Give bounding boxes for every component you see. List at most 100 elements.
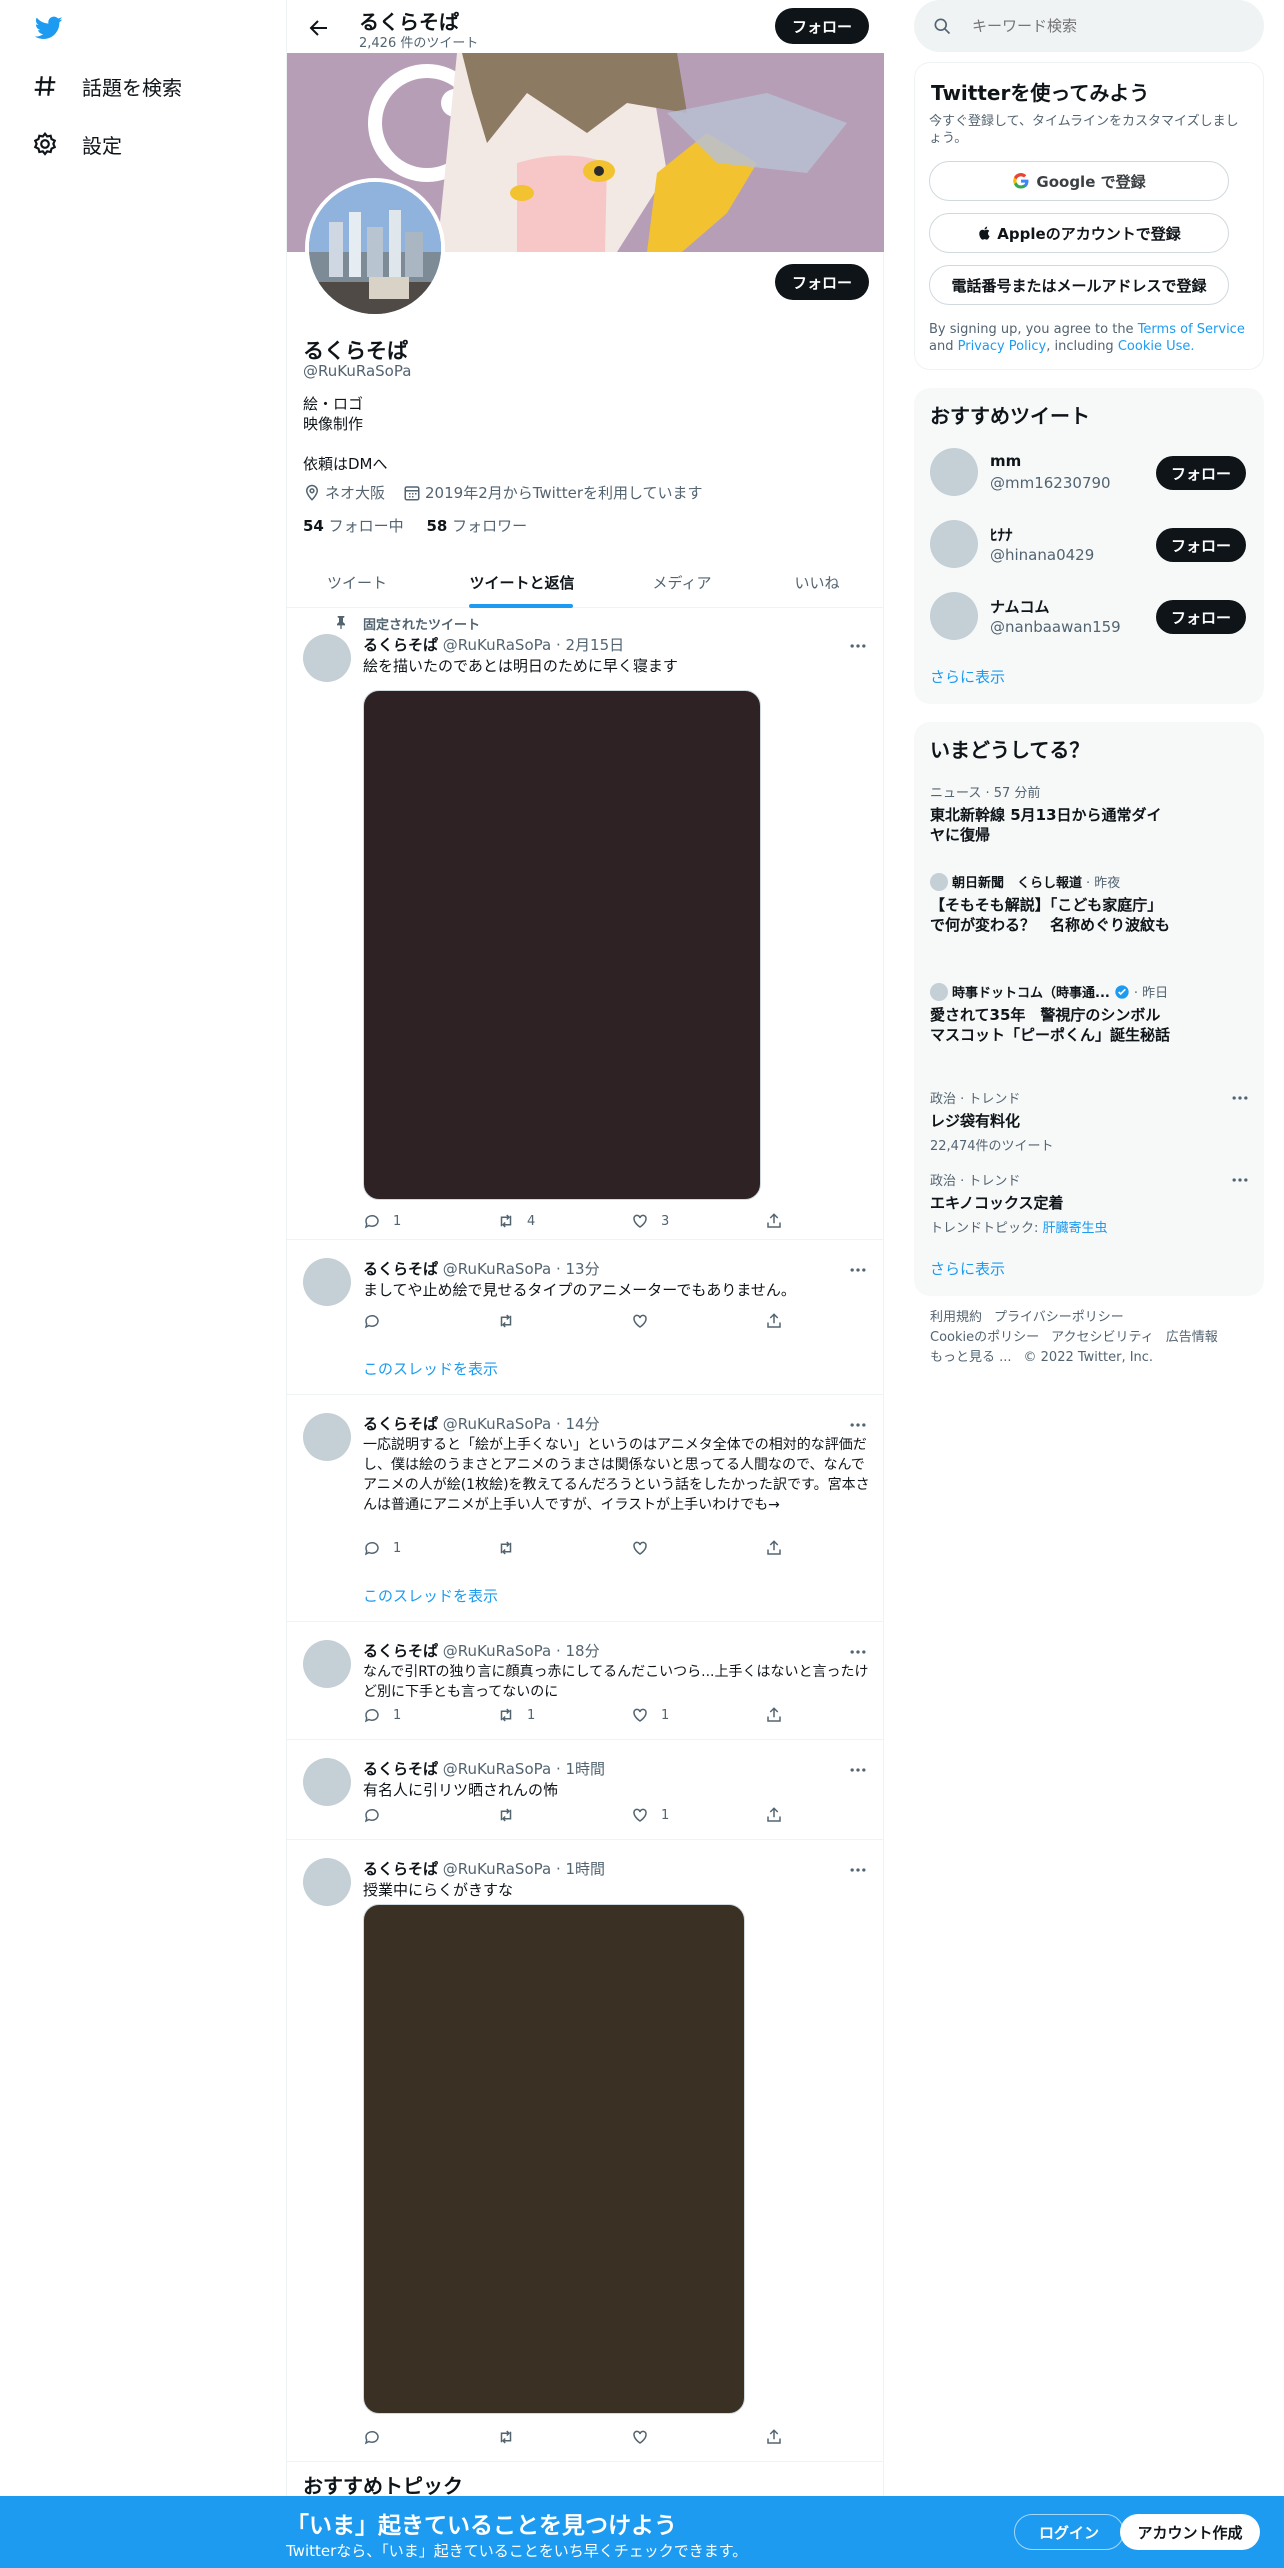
google-signup-button[interactable]: Google で登録 <box>929 161 1229 201</box>
who-to-follow-more-link[interactable]: さらに表示 <box>930 666 1005 687</box>
tab-likes[interactable]: いいね <box>757 556 877 608</box>
tweet-author[interactable]: るくらそぱ <box>363 1860 438 1878</box>
login-button[interactable]: ログイン <box>1014 2514 1124 2550</box>
tweet-meta[interactable]: @RuKuRaSoPa · 2月15日 <box>443 636 624 654</box>
avatar[interactable] <box>930 592 978 640</box>
like-button[interactable]: 3 <box>631 1212 669 1230</box>
like-button[interactable]: 1 <box>631 1806 669 1824</box>
tweet-meta[interactable]: @RuKuRaSoPa · 18分 <box>443 1642 600 1660</box>
retweet-button[interactable] <box>497 2428 527 2446</box>
reply-button[interactable] <box>363 1806 393 1824</box>
back-arrow-icon[interactable] <box>307 16 331 40</box>
footer-cookie-link[interactable]: Cookieのポリシー <box>930 1330 1039 1345</box>
recommended-user[interactable]: ナムコム @nanbaawan159 フォロー <box>930 592 1250 644</box>
footer-more-link[interactable]: もっと見る ... <box>930 1350 1012 1365</box>
trend-item[interactable]: 政治 · トレンド レジ袋有料化 22,474件のツイート <box>930 1088 1250 1154</box>
like-button[interactable] <box>631 2428 661 2446</box>
trend-item[interactable]: 政治 · トレンド エキノコックス定着 トレンドトピック: 肝臓寄生虫 <box>930 1170 1250 1236</box>
like-button[interactable] <box>631 1539 661 1557</box>
avatar[interactable] <box>303 1413 351 1461</box>
tweet-item[interactable]: るくらそぱ @RuKuRaSoPa · 1時間 有名人に引リツ晒されんの怖 1 <box>287 1740 884 1840</box>
twitter-logo-icon[interactable] <box>32 14 66 42</box>
retweet-button[interactable] <box>497 1312 527 1330</box>
avatar[interactable] <box>303 1258 351 1306</box>
reply-button[interactable]: 1 <box>363 1706 401 1724</box>
nav-explore[interactable]: 話題を検索 <box>32 66 182 106</box>
tweet-item[interactable]: るくらそぱ @RuKuRaSoPa · 13分 ましてや止め絵で見せるタイプのア… <box>287 1240 884 1395</box>
more-options-icon[interactable] <box>848 1642 868 1662</box>
more-options-icon[interactable] <box>848 1415 868 1435</box>
profile-follow-button[interactable]: フォロー <box>775 264 869 300</box>
tweet-meta[interactable]: @RuKuRaSoPa · 1時間 <box>443 1860 605 1878</box>
tab-tweets[interactable]: ツイート <box>287 556 427 608</box>
avatar[interactable] <box>303 634 351 682</box>
apple-signup-button[interactable]: Appleのアカウントで登録 <box>929 213 1229 253</box>
reply-button[interactable] <box>363 2428 393 2446</box>
retweet-button[interactable] <box>497 1539 527 1557</box>
tweet-item[interactable]: るくらそぱ @RuKuRaSoPa · 1時間 授業中にらくがきすな <box>287 1840 884 2462</box>
show-thread-link[interactable]: このスレッドを表示 <box>363 1358 498 1379</box>
more-options-icon[interactable] <box>848 636 868 656</box>
tweet-author[interactable]: るくらそぱ <box>363 1760 438 1778</box>
reply-button[interactable]: 1 <box>363 1539 401 1557</box>
more-options-icon[interactable] <box>848 1760 868 1780</box>
footer-ads-link[interactable]: 広告情報 <box>1166 1330 1218 1345</box>
share-button[interactable] <box>765 1539 795 1557</box>
tweet-item[interactable]: るくらそぱ @RuKuRaSoPa · 18分 なんで引RTの独り言に顔真っ赤に… <box>287 1622 884 1740</box>
tweet-image[interactable] <box>363 1904 745 2414</box>
like-button[interactable] <box>631 1312 661 1330</box>
show-thread-link[interactable]: このスレッドを表示 <box>363 1585 498 1606</box>
follow-button[interactable]: フォロー <box>1156 456 1246 490</box>
avatar[interactable] <box>303 1858 351 1906</box>
trends-more-link[interactable]: さらに表示 <box>930 1258 1005 1279</box>
follow-button[interactable]: フォロー <box>1156 600 1246 634</box>
footer-terms-link[interactable]: 利用規約 <box>930 1310 982 1325</box>
more-options-icon[interactable] <box>848 1860 868 1880</box>
trend-item[interactable]: 時事ドットコム（時事通... · 昨日 愛されて35年 警視庁のシンボルマスコット… <box>930 982 1250 1045</box>
more-options-icon[interactable] <box>848 1260 868 1280</box>
phone-email-signup-button[interactable]: 電話番号またはメールアドレスで登録 <box>929 265 1229 305</box>
trend-item[interactable]: ニュース · 57 分前 東北新幹線 5月13日から通常ダイヤに復帰 <box>930 782 1250 845</box>
avatar[interactable] <box>303 1640 351 1688</box>
tweet-author[interactable]: るくらそぱ <box>363 1642 438 1660</box>
share-button[interactable] <box>765 1312 795 1330</box>
recommended-user[interactable]: ﾋﾅﾅ @hinana0429 フォロー <box>930 520 1250 572</box>
profile-avatar[interactable] <box>305 178 445 318</box>
tos-link[interactable]: Terms of Service <box>1138 322 1245 337</box>
avatar[interactable] <box>930 448 978 496</box>
tweet-meta[interactable]: @RuKuRaSoPa · 13分 <box>443 1260 600 1278</box>
more-options-icon[interactable] <box>1230 1088 1250 1108</box>
trend-item[interactable]: 朝日新聞 くらし報道 · 昨夜 【そもそも解説】「こども家庭庁」で何が変わる？ 名… <box>930 872 1250 935</box>
retweet-button[interactable] <box>497 1806 527 1824</box>
share-button[interactable] <box>765 1212 795 1230</box>
share-button[interactable] <box>765 1706 795 1724</box>
retweet-button[interactable]: 1 <box>497 1706 535 1724</box>
share-button[interactable] <box>765 1806 795 1824</box>
retweet-button[interactable]: 4 <box>497 1212 535 1230</box>
privacy-link[interactable]: Privacy Policy <box>958 339 1047 354</box>
tab-media[interactable]: メディア <box>617 556 747 608</box>
avatar[interactable] <box>303 1758 351 1806</box>
footer-accessibility-link[interactable]: アクセシビリティ <box>1051 1330 1154 1345</box>
tweet-meta[interactable]: @RuKuRaSoPa · 1時間 <box>443 1760 605 1778</box>
tweet-item[interactable]: 固定されたツイート るくらそぱ @RuKuRaSoPa · 2月15日 絵を描い… <box>287 608 884 1240</box>
reply-button[interactable]: 1 <box>363 1212 401 1230</box>
search-bar[interactable] <box>914 0 1264 52</box>
tweet-author[interactable]: るくらそぱ <box>363 636 438 654</box>
recommended-user[interactable]: mm @mm16230790 フォロー <box>930 448 1250 500</box>
tweet-item[interactable]: るくらそぱ @RuKuRaSoPa · 14分 一応説明すると「絵が上手くない」… <box>287 1395 884 1622</box>
like-button[interactable]: 1 <box>631 1706 669 1724</box>
search-input[interactable] <box>972 17 1232 35</box>
share-button[interactable] <box>765 2428 795 2446</box>
header-follow-button[interactable]: フォロー <box>775 8 869 44</box>
cookie-link[interactable]: Cookie Use. <box>1118 339 1195 354</box>
trend-topic-link[interactable]: 肝臓寄生虫 <box>1043 1221 1108 1236</box>
tab-tweets-and-replies[interactable]: ツイートと返信 <box>437 556 607 608</box>
create-account-button[interactable]: アカウント作成 <box>1120 2514 1260 2550</box>
tweet-image[interactable] <box>363 690 761 1200</box>
reply-button[interactable] <box>363 1312 393 1330</box>
nav-settings[interactable]: 設定 <box>32 124 122 164</box>
followers-link[interactable]: 58 フォロワー <box>426 517 527 535</box>
following-link[interactable]: 54 フォロー中 <box>303 517 404 535</box>
footer-privacy-link[interactable]: プライバシーポリシー <box>994 1310 1124 1325</box>
